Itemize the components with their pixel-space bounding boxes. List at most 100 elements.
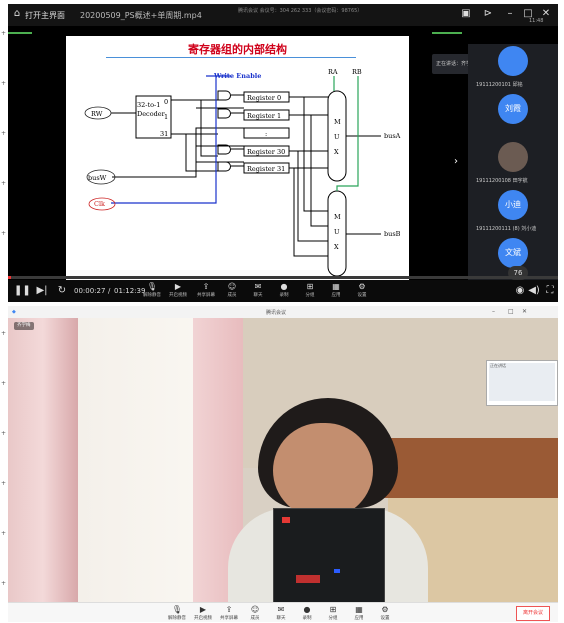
pause-icon[interactable]: ❚❚	[14, 285, 31, 297]
video-button[interactable]: ▶ 开启视频	[192, 604, 214, 622]
participant-tile[interactable]: 刘霞	[468, 92, 558, 136]
chat-icon: ✉	[254, 282, 262, 291]
maximize-icon[interactable]: □	[522, 8, 534, 20]
record-button[interactable]: ● 录制	[296, 604, 318, 622]
group-button[interactable]: ⊞ 分组	[322, 604, 344, 622]
avatar: 文斌	[498, 238, 528, 268]
margin-marker: +	[1, 430, 7, 437]
participant-name: 19111200101 邱铭	[476, 82, 523, 88]
margin-marker: +	[1, 480, 7, 487]
next-icon[interactable]: ▶|	[34, 285, 50, 297]
margin-marker: +	[1, 80, 7, 87]
presenter-name: 齐学梅	[17, 323, 31, 328]
participant-tile[interactable]: 小迪 19111200111 (8) 刘小迪	[468, 188, 558, 232]
ra-label: RA	[328, 68, 338, 76]
chat-button[interactable]: ✉ 聊天	[248, 282, 268, 300]
decoder-label-1: 32-to-1	[137, 101, 160, 109]
avatar	[498, 46, 528, 76]
record-button[interactable]: ● 录制	[274, 282, 294, 300]
group-icon: ⊞	[306, 282, 314, 291]
minimize-icon[interactable]: –	[504, 8, 516, 20]
tencent-meeting-logo: ◆	[12, 309, 16, 315]
maximize-icon[interactable]: □	[508, 308, 514, 315]
members-icon: ☺	[250, 605, 260, 614]
margin-marker: +	[1, 130, 7, 137]
player-controls: ❚❚ ▶| ↻ 00:00:27 / 01:12:39 🎙 解除静音 ▶ 开启视频 …	[8, 280, 558, 302]
busb-label: busB	[384, 230, 401, 238]
register-0-label: Register 0	[247, 94, 281, 102]
mux-b-u: U	[334, 228, 340, 236]
headboard	[378, 438, 558, 498]
participant-name: 19111200111 (8) 刘小迪	[476, 226, 537, 232]
close-icon[interactable]: ✕	[522, 308, 527, 315]
mute-button[interactable]: 🎙 解除静音	[142, 282, 162, 300]
home-icon[interactable]: ⌂	[11, 8, 23, 20]
margin-marker: +	[1, 30, 7, 37]
apps-button[interactable]: ▦ 应用	[326, 282, 346, 300]
decoder-out-31: 31	[160, 130, 168, 138]
fpga-board	[273, 508, 385, 605]
decoder-out-1: 1	[164, 113, 168, 121]
mute-button[interactable]: 🎙 解除静音	[166, 604, 188, 622]
participant-tile[interactable]: 19111200101 邱铭	[468, 44, 558, 88]
rb-label: RB	[352, 68, 362, 76]
volume-icon[interactable]: ◀)	[526, 285, 542, 297]
members-icon: ☺	[227, 282, 237, 291]
replay-icon[interactable]: ↻	[54, 285, 70, 297]
members-button[interactable]: ☺ 成员	[244, 604, 266, 622]
seven-segment-display	[296, 575, 320, 583]
register-file-diagram: 32-to-1 Decoder 0 1 31 Register 0 Regist…	[84, 68, 401, 277]
share-icon: ⇪	[202, 282, 210, 291]
avatar: 小迪	[498, 190, 528, 220]
decoder-label-2: Decoder	[137, 110, 166, 118]
busw-label: busW	[88, 174, 107, 182]
presenter-tag: 齐学梅	[14, 322, 34, 330]
mux-b-m: M	[334, 213, 341, 221]
screenshot-icon[interactable]: ▣	[460, 8, 472, 20]
group-button[interactable]: ⊞ 分组	[300, 282, 320, 300]
and-gate	[217, 108, 231, 119]
self-view[interactable]: 正在讲话	[486, 360, 558, 406]
share-frame-mark	[8, 32, 32, 34]
decoder-out-0: 0	[164, 98, 168, 106]
register-dots-label: :	[265, 130, 267, 138]
person-face	[273, 423, 373, 518]
video-button[interactable]: ▶ 开启视频	[168, 282, 188, 300]
fullscreen-icon[interactable]: ⛶	[542, 285, 558, 297]
register-30-label: Register 30	[247, 148, 285, 156]
share-icon: ⇪	[225, 605, 233, 614]
clk-label: Clk	[94, 200, 105, 208]
margin-marker: +	[1, 180, 7, 187]
settings-button[interactable]: ⚙ 设置	[374, 604, 396, 622]
apps-icon: ▦	[332, 282, 340, 291]
camera-video: 正在讲话 齐学梅	[8, 318, 558, 608]
settings-button[interactable]: ⚙ 设置	[352, 282, 372, 300]
progress-bar[interactable]	[8, 276, 558, 279]
participant-tile[interactable]: 19111200108 田宇航	[468, 140, 558, 184]
leave-meeting-button[interactable]: 离开会议	[516, 606, 550, 621]
open-main-label[interactable]: 打开主界面	[25, 10, 65, 21]
margin-marker: +	[1, 230, 7, 237]
player-titlebar: ⌂ 打开主界面 20200509_PS概述+单周期.mp4 腾讯会议 会议号：3…	[8, 4, 558, 26]
apps-button[interactable]: ▦ 应用	[348, 604, 370, 622]
share-button[interactable]: ⇪ 共享屏幕	[218, 604, 240, 622]
avatar: 刘霞	[498, 94, 528, 124]
pin-icon[interactable]: ⊳	[482, 8, 494, 20]
mic-icon: 🎙	[171, 605, 183, 614]
minimize-icon[interactable]: –	[492, 308, 495, 315]
meeting-title: 腾讯会议	[266, 310, 287, 316]
file-name: 20200509_PS概述+单周期.mp4	[80, 11, 202, 20]
share-button[interactable]: ⇪ 共享屏幕	[196, 282, 216, 300]
and-gate	[217, 90, 231, 101]
mic-icon: 🎙	[146, 282, 158, 291]
chat-icon: ✉	[277, 605, 285, 614]
next-page-icon[interactable]: ›	[454, 156, 458, 167]
margin-marker: +	[1, 380, 7, 387]
chat-button[interactable]: ✉ 聊天	[270, 604, 292, 622]
close-icon[interactable]: ✕	[540, 8, 552, 20]
mux-a-x: X	[334, 148, 339, 156]
time-current: 00:00:27	[74, 287, 106, 295]
avatar	[498, 142, 528, 172]
members-button[interactable]: ☺ 成员	[222, 282, 242, 300]
time-total: 01:12:39	[114, 287, 146, 295]
